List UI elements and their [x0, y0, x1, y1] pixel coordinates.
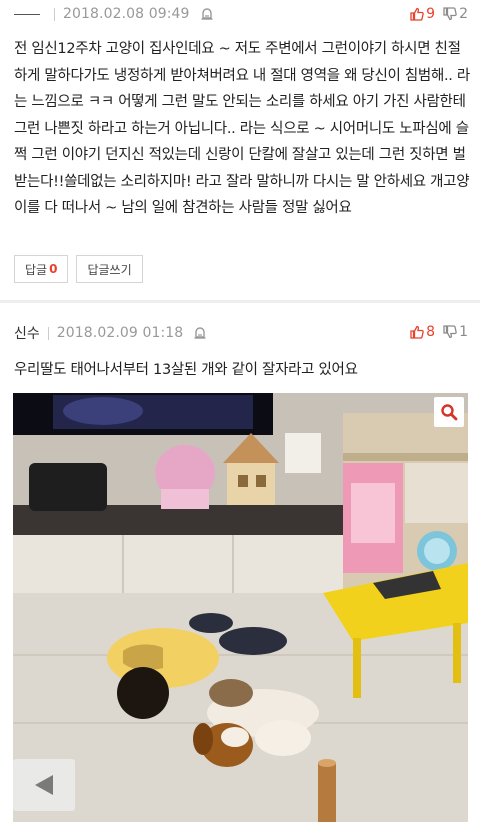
- comment-date: 2018.02.08 09:49: [63, 6, 190, 22]
- downvote-button[interactable]: 2: [443, 6, 468, 22]
- thumbs-down-icon: [443, 7, 457, 21]
- thumbs-up-icon: [410, 325, 424, 339]
- reply-button[interactable]: 답글 0: [14, 255, 69, 283]
- write-reply-button[interactable]: 답글쓰기: [76, 255, 143, 283]
- report-icon[interactable]: [200, 7, 214, 21]
- author-placeholder: [14, 13, 40, 15]
- back-arrow-icon: [35, 775, 53, 795]
- comment-item: 신수 2018.02.09 01:18 8 1 우리딸도 태어나서부터 13살된…: [0, 303, 480, 822]
- reply-actions: 답글 0 답글쓰기: [14, 255, 143, 283]
- meta-divider: [54, 7, 55, 21]
- zoom-button[interactable]: [434, 397, 464, 427]
- downvote-count: 1: [459, 324, 468, 340]
- search-icon: [441, 404, 458, 421]
- upvote-button[interactable]: 9: [410, 6, 435, 22]
- back-button[interactable]: [13, 759, 75, 811]
- comment-date: 2018.02.09 01:18: [56, 325, 184, 341]
- upvote-count: 8: [426, 324, 436, 340]
- upvote-count: 9: [426, 6, 436, 22]
- comment-meta: 신수 2018.02.09 01:18: [14, 323, 207, 343]
- vote-group: 8 1: [410, 322, 468, 342]
- comment-photo[interactable]: [13, 393, 468, 822]
- thumbs-down-icon: [443, 325, 457, 339]
- comment-author[interactable]: 신수: [14, 323, 40, 343]
- vote-group: 9 2: [410, 4, 468, 24]
- downvote-count: 2: [459, 6, 468, 22]
- thumbs-up-icon: [410, 7, 424, 21]
- report-icon[interactable]: [193, 326, 207, 340]
- meta-divider: [47, 326, 49, 340]
- downvote-button[interactable]: 1: [443, 324, 468, 340]
- comment-text: 전 임신12주차 고양이 집사인데요 ~ 저도 주변에서 그런이야기 하시면 친…: [14, 41, 470, 216]
- upvote-button[interactable]: 8: [410, 324, 435, 340]
- comment-text: 우리딸도 태어나서부터 13살된 개와 같이 잘자라고 있어요: [14, 362, 358, 378]
- comment-item: 2018.02.08 09:49 9 2 전 임신12주차 고양이 집사인데요 …: [0, 0, 480, 300]
- photo-illustration: [13, 393, 468, 822]
- reply-count: 0: [49, 262, 58, 276]
- comment-meta: 2018.02.08 09:49: [14, 4, 214, 24]
- reply-label: 답글: [25, 262, 48, 277]
